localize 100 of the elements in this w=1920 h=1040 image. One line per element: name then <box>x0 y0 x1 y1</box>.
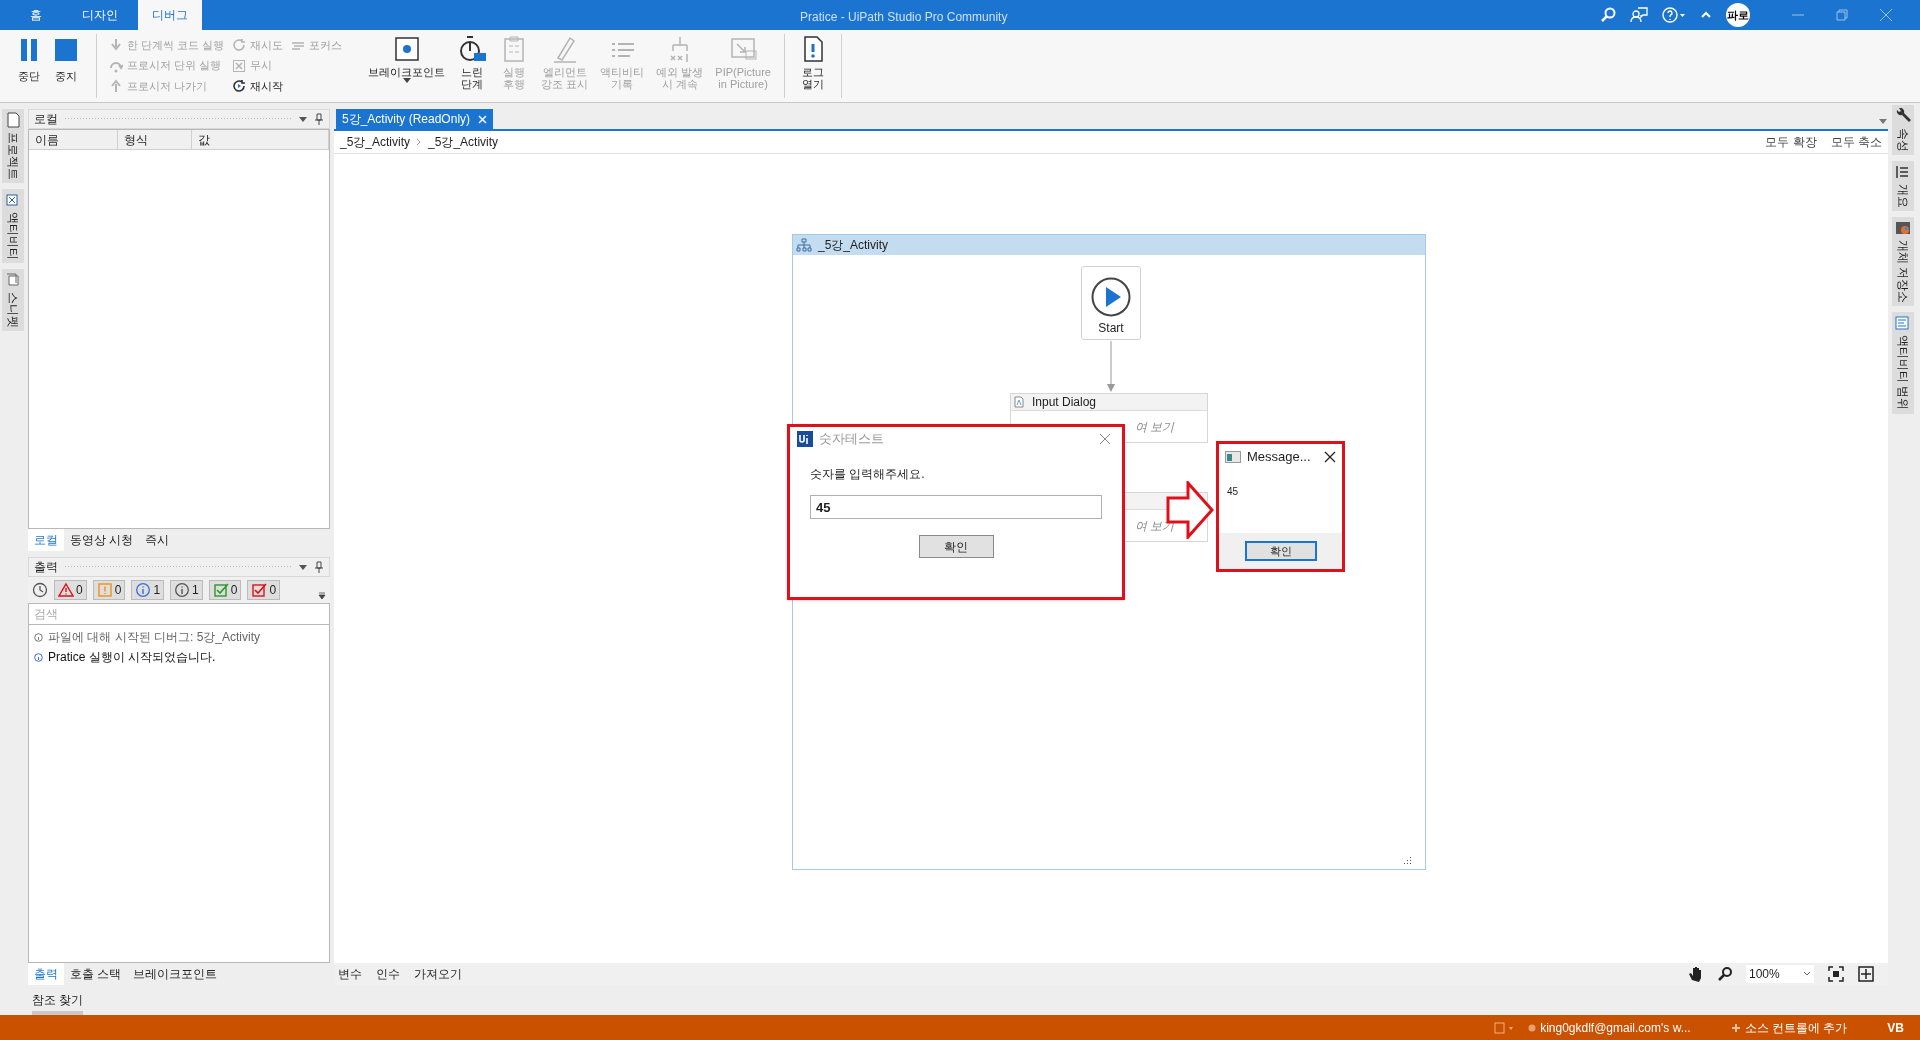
dialog-title: 숫자테스트 <box>819 430 884 449</box>
panel-tab[interactable]: 동영상 시청 <box>64 529 140 551</box>
fit-screen-icon[interactable] <box>1828 966 1844 982</box>
hand-icon[interactable] <box>1688 966 1704 982</box>
panel-tab[interactable]: 출력 <box>28 963 64 985</box>
panel-tab[interactable]: 로컬 <box>28 529 64 551</box>
dropdown-icon[interactable] <box>1878 117 1888 125</box>
log-message: 파일에 대해 시작된 디버그: 5강_Activity <box>48 629 261 646</box>
panel-tab[interactable]: 즉시 <box>139 529 176 551</box>
panel-title: 로컬 <box>34 111 58 128</box>
ribbon-tab[interactable]: 홈 <box>10 0 62 30</box>
filter-toggle[interactable]: 0 <box>54 580 87 600</box>
column-header[interactable]: 이름 <box>29 130 118 149</box>
ribbon-button[interactable]: 중단 <box>18 34 40 98</box>
document-tab[interactable]: 5강_Activity (ReadOnly) <box>336 109 494 129</box>
ribbon-button[interactable]: 로그 열기 <box>794 34 831 90</box>
toolbox-icon <box>6 192 20 208</box>
account-icon <box>1528 1023 1537 1032</box>
exclamation-square-icon <box>96 582 113 598</box>
side-tab[interactable]: 개요 <box>1892 161 1914 211</box>
outline-icon <box>1895 164 1911 180</box>
pin-icon[interactable] <box>314 561 324 573</box>
panel-tab[interactable]: 호출 스택 <box>64 963 128 985</box>
overview-icon[interactable] <box>1858 966 1874 982</box>
ignore-icon <box>232 58 247 73</box>
start-node[interactable]: Start <box>1081 266 1141 340</box>
user-avatar[interactable]: 파로 <box>1726 3 1750 27</box>
search-field[interactable]: 검색 <box>28 603 330 625</box>
column-header[interactable]: 형식 <box>118 130 192 149</box>
status-item[interactable]: VB <box>1887 1018 1904 1037</box>
status-item[interactable]: king0gkdlf@gmail.com's w... <box>1528 1018 1691 1037</box>
flowchart-title: _5강_Activity <box>818 237 889 254</box>
side-tab[interactable]: 프로젝트 <box>2 109 24 183</box>
breadcrumb-link[interactable]: _5강_Activity <box>428 133 499 151</box>
flowchart-icon <box>796 238 812 252</box>
designer-tab[interactable]: 가져오기 <box>414 965 462 983</box>
caret-icon <box>1803 971 1811 977</box>
side-tab[interactable]: 개체 저장소 <box>1892 217 1914 307</box>
zoom-icon[interactable] <box>1718 967 1732 981</box>
toolbar-link[interactable]: 모두 확장 <box>1765 133 1817 151</box>
collapse-ribbon-icon[interactable] <box>1700 10 1712 20</box>
info-icon <box>34 652 43 662</box>
dropdown-icon[interactable] <box>298 563 308 571</box>
info-icon <box>34 632 43 642</box>
window-title: Pratice - UiPath Studio Pro Community <box>800 9 1008 26</box>
log-message: Pratice 실행이 시작되었습니다. <box>48 649 216 666</box>
dropdown-icon[interactable] <box>298 115 308 123</box>
overflow-icon[interactable] <box>318 590 326 600</box>
window-icon <box>1225 451 1241 463</box>
filter-toggle[interactable]: 0 <box>92 580 126 600</box>
close-icon[interactable] <box>1324 451 1336 463</box>
activity-hint: 여 보기 <box>1135 418 1175 436</box>
side-tab[interactable]: 스니펫 <box>2 269 24 331</box>
file-icon <box>6 112 20 128</box>
ribbon-tab[interactable]: 디자인 <box>62 0 138 30</box>
chevron-icon <box>416 138 423 146</box>
toolbar-link[interactable]: 모두 축소 <box>1830 133 1882 151</box>
ok-button[interactable]: 확인 <box>1244 541 1317 561</box>
dialog-title: Message... <box>1247 448 1311 467</box>
caret-icon <box>402 78 411 83</box>
column-header[interactable]: 값 <box>192 130 329 149</box>
ok-button[interactable]: 확인 <box>918 535 994 558</box>
pause-icon <box>20 38 38 62</box>
info-icon <box>135 582 152 598</box>
feedback-icon[interactable] <box>1630 7 1648 23</box>
ribbon-button[interactable]: 중지 <box>54 34 78 98</box>
designer-tab[interactable]: 변수 <box>338 965 362 983</box>
filter-toggle[interactable]: 0 <box>247 580 281 600</box>
panel-tab[interactable]: 브레이크포인트 <box>127 963 224 985</box>
filter-toggle[interactable]: 1 <box>170 580 203 600</box>
message-text: 45 <box>1227 485 1240 499</box>
document-icon <box>1014 396 1024 408</box>
pin-icon[interactable] <box>314 113 324 125</box>
stopwatch-icon <box>457 34 488 64</box>
side-tab[interactable]: 액티비티 <box>2 189 24 263</box>
input-field[interactable]: 45 <box>810 495 1102 519</box>
stacked-pages-icon <box>6 272 20 288</box>
ribbon-tab[interactable]: 디버그 <box>138 0 202 30</box>
panel-title: 출력 <box>34 559 58 576</box>
ribbon-button[interactable]: 브레이크포인트 <box>358 34 449 83</box>
filter-toggle[interactable]: 1 <box>131 580 165 600</box>
clock-icon[interactable] <box>32 582 48 598</box>
activity-coverage-icon <box>1895 315 1911 332</box>
object-repository-icon <box>1895 220 1911 236</box>
warning-triangle-icon <box>58 582 74 598</box>
breadcrumb-link[interactable]: _5강_Activity <box>340 133 411 151</box>
zoom-dropdown[interactable]: 100% <box>1746 965 1814 983</box>
search-icon[interactable] <box>1600 7 1616 23</box>
plus-icon <box>1730 1022 1741 1033</box>
filter-toggle[interactable]: 0 <box>208 580 242 600</box>
side-tab[interactable]: 액티비티 범위 <box>1892 312 1914 414</box>
status-item[interactable]: 소스 컨트롤에 추가 <box>1730 1018 1848 1037</box>
resize-grip-icon[interactable] <box>1402 856 1412 866</box>
ribbon-button[interactable]: 재시작 <box>232 77 284 96</box>
designer-tab[interactable]: 인수 <box>376 965 400 983</box>
checkbox-icon <box>212 582 229 598</box>
wrench-icon <box>1895 108 1911 124</box>
help-icon[interactable] <box>1662 7 1686 23</box>
ribbon-button[interactable]: 느린 단계 <box>454 34 491 90</box>
side-tab[interactable]: 속성 <box>1892 105 1914 155</box>
